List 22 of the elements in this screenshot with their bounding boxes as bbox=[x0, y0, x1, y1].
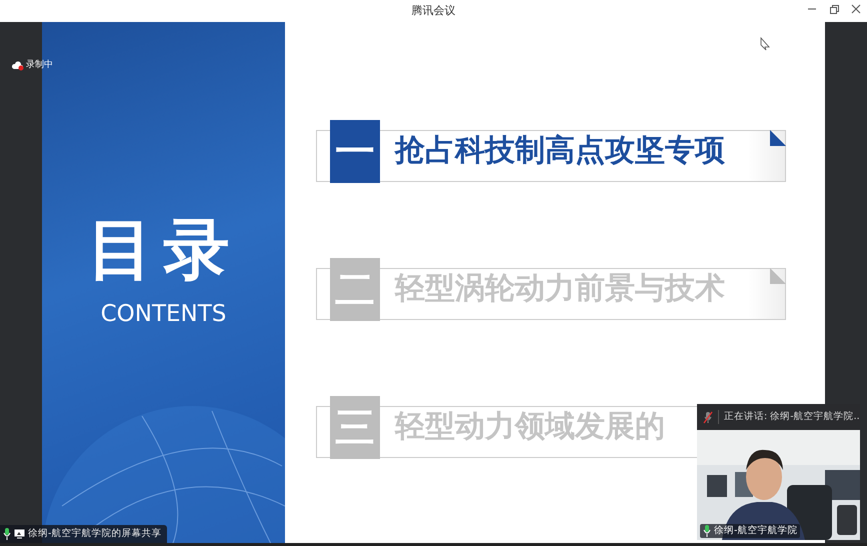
participant-name: 徐纲-航空宇航学院 bbox=[714, 524, 798, 538]
video-tile[interactable]: 正在讲话: 徐纲-航空宇航学院.. 徐纲-航空宇航学院 bbox=[697, 404, 860, 540]
window-title: 腾讯会议 bbox=[412, 3, 456, 19]
recording-label: 录制中 bbox=[26, 59, 53, 72]
mic-icon bbox=[3, 528, 11, 540]
item-number: 三 bbox=[330, 396, 380, 459]
speaking-label: 正在讲话: 徐纲-航空宇航学院.. bbox=[724, 410, 860, 424]
screen-share-icon bbox=[14, 529, 25, 539]
recording-icon bbox=[12, 60, 24, 71]
restore-icon[interactable] bbox=[829, 4, 839, 14]
slide-title: 目录 bbox=[88, 217, 240, 283]
item-number: 一 bbox=[330, 120, 380, 183]
item-number: 二 bbox=[330, 258, 380, 321]
cursor-icon bbox=[760, 37, 770, 51]
close-icon[interactable] bbox=[851, 4, 861, 14]
item-label: 抢占科技制高点攻坚专项 bbox=[395, 132, 725, 170]
mic-icon bbox=[703, 524, 711, 537]
slide-subtitle: CONTENTS bbox=[100, 300, 226, 329]
item-label: 轻型涡轮动力前景与技术 bbox=[395, 270, 725, 308]
muted-mic-icon[interactable] bbox=[703, 410, 713, 424]
screen-share-label: 徐纲-航空宇航学院的屏幕共享 bbox=[28, 526, 162, 541]
item-label: 轻型动力领域发展的 bbox=[395, 408, 665, 446]
